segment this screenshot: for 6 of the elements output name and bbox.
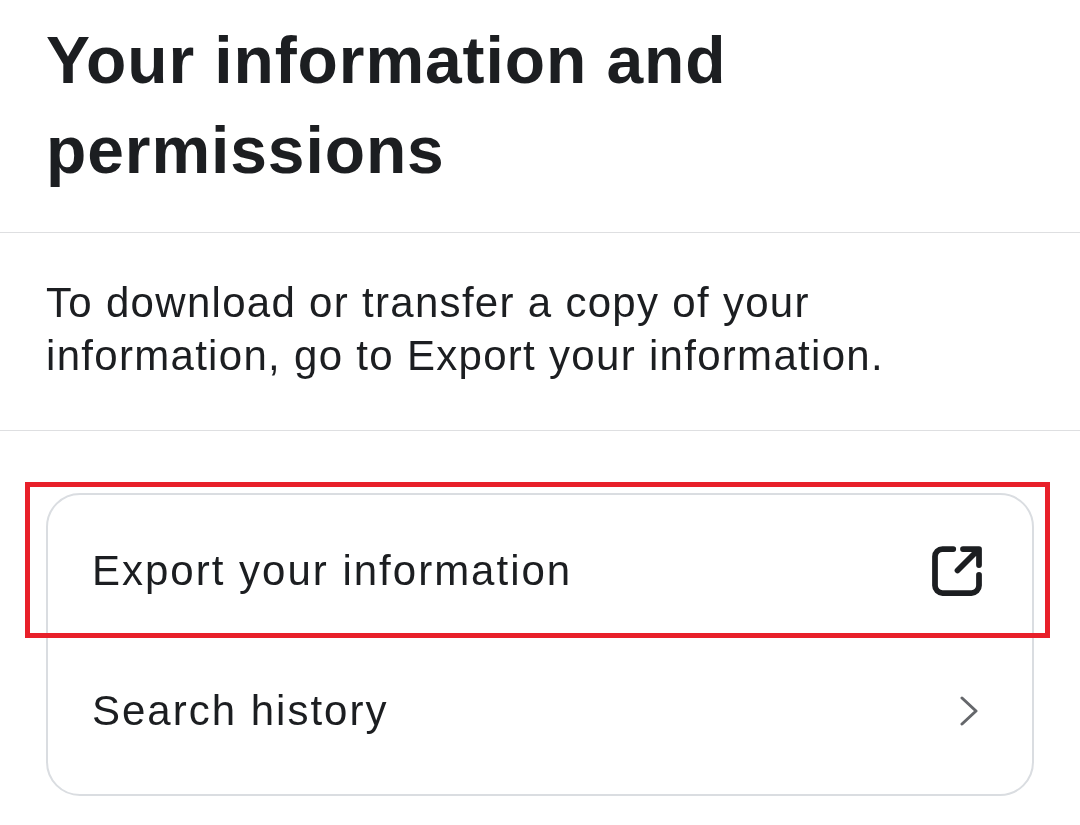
chevron-right-icon (960, 696, 978, 726)
menu-item[interactable]: Search history (48, 641, 1032, 781)
menu-item[interactable]: Export your information (48, 501, 1032, 641)
page-title: Your information and permissions (46, 22, 728, 189)
external-link-icon (932, 546, 982, 596)
description-text: To download or transfer a copy of your information, go to Export your information. (46, 278, 885, 381)
